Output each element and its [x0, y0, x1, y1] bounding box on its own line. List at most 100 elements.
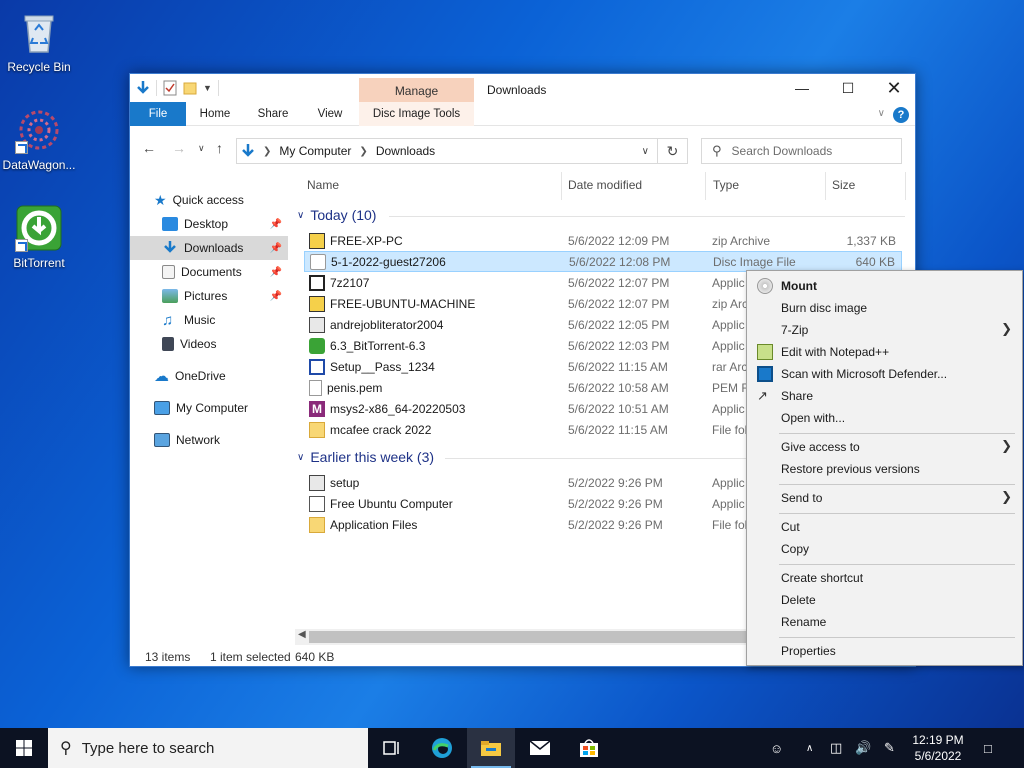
menu-item-scan-defender[interactable]: Scan with Microsoft Defender... — [747, 363, 1022, 385]
system-clock[interactable]: 12:19 PM 5/6/2022 — [906, 732, 970, 764]
show-hidden-icons[interactable]: ∧ — [806, 728, 813, 768]
downloads-folder-icon — [164, 241, 176, 253]
file-type: Applic — [712, 475, 745, 490]
menu-item-burn-disc-image[interactable]: Burn disc image — [747, 297, 1022, 319]
recycle-bin-icon — [15, 8, 63, 56]
breadcrumb-downloads[interactable]: Downloads — [376, 144, 435, 158]
tab-home[interactable]: Home — [190, 102, 240, 126]
nav-item-network[interactable]: Network — [130, 428, 288, 452]
start-button[interactable] — [0, 728, 48, 768]
column-header-name[interactable]: Name — [307, 178, 339, 192]
pen-workspace-icon[interactable]: ✎ — [884, 728, 895, 768]
taskbar-search-box[interactable]: ⚲ Type here to search — [48, 728, 368, 768]
breadcrumb-separator-icon: ❯ — [359, 145, 368, 157]
minimize-button[interactable]: — — [779, 74, 825, 102]
column-divider — [905, 172, 906, 200]
properties-icon[interactable] — [163, 80, 177, 96]
nav-item-pictures[interactable]: Pictures 📌 — [130, 284, 288, 308]
group-label: Today (10) — [310, 207, 377, 223]
group-header-today[interactable]: ∨ Today (10) — [297, 207, 376, 223]
nav-item-downloads[interactable]: Downloads 📌 — [130, 236, 288, 260]
pin-icon: 📌 — [269, 266, 282, 278]
nav-label: Pictures — [184, 289, 228, 303]
column-header-size[interactable]: Size — [832, 178, 855, 192]
new-folder-icon[interactable] — [183, 80, 197, 96]
manage-context-tab[interactable]: Manage — [359, 78, 474, 104]
tab-file[interactable]: File — [130, 102, 186, 126]
task-view-button[interactable] — [368, 728, 416, 768]
taskbar-file-explorer[interactable] — [467, 728, 515, 768]
file-name: FREE-UBUNTU-MACHINE — [330, 296, 476, 311]
expand-ribbon-icon[interactable]: ∨ — [878, 108, 885, 119]
menu-item-mount[interactable]: Mount — [747, 275, 1022, 297]
back-button[interactable]: ← — [142, 140, 156, 156]
taskbar-store[interactable] — [565, 728, 613, 768]
menu-item-copy[interactable]: Copy — [747, 538, 1022, 560]
file-type: rar Arc — [712, 359, 748, 374]
taskbar-mail[interactable] — [516, 728, 564, 768]
up-button[interactable]: ↑ — [216, 140, 223, 156]
notification-center-icon[interactable]: □ — [984, 728, 992, 768]
file-date: 5/6/2022 11:15 AM — [568, 359, 668, 374]
scroll-left-icon[interactable]: ◀ — [298, 629, 306, 640]
maximize-button[interactable]: ☐ — [825, 74, 871, 102]
menu-item-edit-notepad-plus-plus[interactable]: Edit with Notepad++ — [747, 341, 1022, 363]
tab-view[interactable]: View — [306, 102, 354, 126]
ribbon-tabs: File Home Share View Disc Image Tools ∨ … — [130, 102, 915, 126]
recent-locations-icon[interactable]: ∨ — [198, 143, 205, 154]
address-bar[interactable]: ❯ My Computer ❯ Downloads ∨ — [236, 138, 658, 164]
forward-button[interactable]: → — [172, 140, 186, 156]
table-row[interactable]: FREE-XP-PC 5/6/2022 12:09 PM zip Archive… — [304, 230, 902, 251]
people-icon[interactable]: ☺ — [770, 728, 783, 768]
column-header-type[interactable]: Type — [713, 178, 739, 192]
menu-item-send-to[interactable]: Send to ❯ — [747, 487, 1022, 509]
nav-label: Desktop — [184, 217, 229, 231]
menu-label: Give access to — [781, 440, 860, 454]
menu-item-rename[interactable]: Rename — [747, 611, 1022, 633]
breadcrumb-my-computer[interactable]: My Computer — [279, 144, 351, 158]
defender-shield-icon — [757, 366, 773, 382]
menu-item-properties[interactable]: Properties — [747, 640, 1022, 662]
nav-item-music[interactable]: ♫ Music — [130, 308, 288, 332]
desktop-icon-recycle-bin[interactable]: Recycle Bin — [0, 8, 78, 74]
nav-item-quick-access[interactable]: ★ Quick access — [130, 188, 288, 212]
desktop-icon-datawagon[interactable]: DataWagon... — [0, 106, 78, 172]
customize-toolbar-icon[interactable]: ▼ — [203, 83, 212, 93]
network-status-icon[interactable]: ◫ — [830, 728, 842, 768]
nav-item-onedrive[interactable]: ☁ OneDrive — [130, 364, 288, 388]
title-bar[interactable]: ▼ Manage Downloads — ☐ ✕ — [130, 74, 915, 104]
column-header-date[interactable]: Date modified — [568, 178, 642, 192]
volume-icon[interactable]: 🔊 — [855, 728, 871, 768]
taskbar-edge[interactable] — [418, 728, 466, 768]
file-type: File fol — [712, 422, 748, 437]
scrollbar-thumb[interactable] — [309, 631, 749, 643]
table-row-selected[interactable]: 5-1-2022-guest27206 5/6/2022 12:08 PM Di… — [304, 251, 902, 272]
menu-item-restore-previous-versions[interactable]: Restore previous versions — [747, 458, 1022, 480]
desktop-icon-bittorrent[interactable]: BitTorrent — [0, 204, 78, 270]
nav-item-documents[interactable]: Documents 📌 — [130, 260, 288, 284]
file-name: andrejobliterator2004 — [330, 317, 444, 332]
column-divider — [705, 172, 706, 200]
tab-share[interactable]: Share — [248, 102, 298, 126]
menu-item-give-access-to[interactable]: Give access to ❯ — [747, 436, 1022, 458]
nav-item-desktop[interactable]: Desktop 📌 — [130, 212, 288, 236]
menu-item-cut[interactable]: Cut — [747, 516, 1022, 538]
datawagon-icon — [15, 106, 63, 154]
nav-item-videos[interactable]: Videos — [130, 332, 288, 356]
menu-item-share[interactable]: ↗ Share — [747, 385, 1022, 407]
help-icon[interactable]: ? — [893, 107, 909, 123]
address-dropdown-icon[interactable]: ∨ — [642, 146, 649, 157]
menu-item-open-with[interactable]: Open with... — [747, 407, 1022, 429]
menu-item-7zip[interactable]: 7-Zip ❯ — [747, 319, 1022, 341]
quick-access-toolbar: ▼ — [136, 80, 219, 96]
menu-item-delete[interactable]: Delete — [747, 589, 1022, 611]
nav-item-my-computer[interactable]: My Computer — [130, 396, 288, 420]
file-name: Free Ubuntu Computer — [330, 496, 453, 511]
search-box[interactable]: ⚲ Search Downloads — [701, 138, 902, 164]
group-header-earlier-this-week[interactable]: ∨ Earlier this week (3) — [297, 449, 434, 465]
menu-item-create-shortcut[interactable]: Create shortcut — [747, 567, 1022, 589]
close-button[interactable]: ✕ — [871, 74, 915, 102]
store-bag-icon — [580, 739, 598, 757]
tab-disc-image-tools[interactable]: Disc Image Tools — [359, 102, 474, 126]
refresh-button[interactable]: ↻ — [657, 138, 688, 164]
